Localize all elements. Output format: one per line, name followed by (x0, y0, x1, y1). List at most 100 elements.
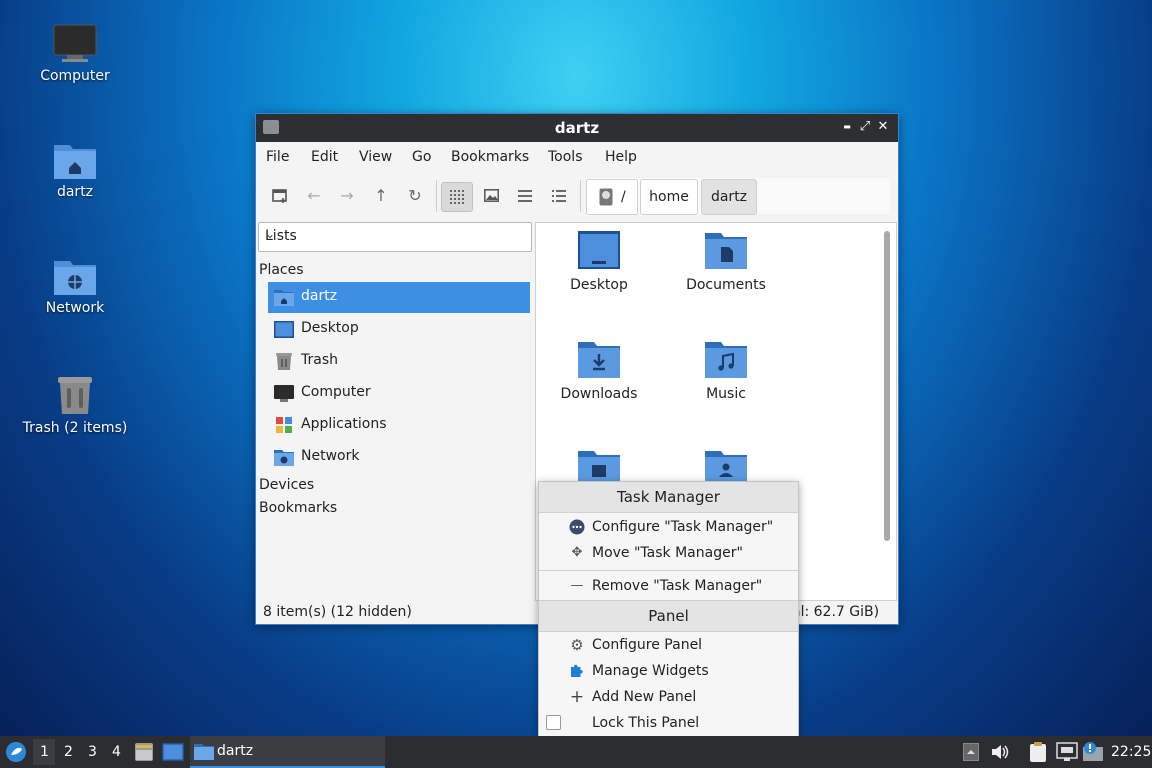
menu-bookmarks[interactable]: Bookmarks (451, 149, 529, 165)
file-item-label: Desktop (570, 277, 628, 293)
remove-task-manager-item[interactable]: — Remove "Task Manager" (539, 574, 798, 600)
lock-panel-checkbox[interactable] (546, 715, 561, 730)
desktop-icon-computer[interactable]: Computer (15, 24, 135, 84)
documents-folder-icon (705, 233, 747, 269)
list-compact-icon (518, 190, 532, 202)
toolbar-separator (580, 180, 581, 212)
menu-header-panel: Panel (539, 600, 798, 632)
arrow-left-icon: ← (307, 186, 321, 205)
grid-icon (450, 190, 464, 204)
list-detail-icon (552, 190, 566, 202)
scrollbar[interactable] (884, 231, 890, 541)
new-tab-button[interactable] (265, 182, 295, 210)
window-title: dartz (554, 119, 600, 137)
desktop-icon-home[interactable]: dartz (15, 142, 135, 200)
drive-icon (599, 188, 613, 206)
move-icon: ✥ (571, 545, 583, 560)
sidebar-item-desktop[interactable]: Desktop (268, 314, 530, 345)
maximize-button[interactable]: ⤢ (856, 118, 874, 136)
network-wired-icon (1056, 742, 1078, 761)
clock[interactable]: 22:25 (1111, 744, 1151, 760)
task-button-dartz[interactable]: dartz (190, 736, 385, 768)
sidebar-item-label: Applications (301, 416, 387, 432)
title-bar[interactable]: dartz ▬ ⤢ ✕ (256, 114, 898, 142)
workspace-2[interactable]: 2 (64, 744, 73, 760)
menu-file[interactable]: File (266, 149, 289, 165)
volume-button[interactable] (990, 743, 1010, 761)
image-icon (483, 189, 499, 202)
file-item-music[interactable]: Music (666, 340, 786, 402)
menu-tools[interactable]: Tools (548, 149, 583, 165)
bookmarks-label[interactable]: Bookmarks (259, 500, 337, 516)
show-desktop-launcher[interactable] (162, 743, 184, 761)
move-task-manager-item[interactable]: ✥ Move "Task Manager" (539, 541, 798, 567)
menu-go[interactable]: Go (412, 149, 431, 165)
compact-view-button[interactable] (510, 182, 540, 210)
back-button[interactable]: ← (299, 182, 329, 210)
file-item-label: Music (706, 386, 746, 402)
workspace-4[interactable]: 4 (112, 744, 121, 760)
detailed-view-button[interactable] (544, 182, 574, 210)
desktop-icon-label: Computer (40, 68, 110, 84)
devices-label[interactable]: Devices (259, 477, 314, 493)
icon-view-button[interactable] (441, 182, 473, 212)
notifications-tray-button[interactable] (1082, 741, 1104, 763)
desktop-icon-network[interactable]: Network (15, 258, 135, 316)
app-menu-button[interactable] (5, 741, 27, 763)
status-free-space: al: 62.7 GiB) (792, 604, 880, 620)
forward-button[interactable]: → (332, 182, 362, 210)
sidebar-item-network[interactable]: Network (268, 442, 530, 473)
applications-icon (276, 417, 292, 433)
workspace-3[interactable]: 3 (88, 744, 97, 760)
reload-button[interactable]: ↻ (400, 182, 430, 210)
menu-bar: File Edit View Go Bookmarks Tools Help (256, 142, 898, 172)
app-menu-icon (6, 742, 26, 762)
desktop-icon-label: dartz (56, 184, 94, 200)
home-folder-icon (274, 290, 294, 306)
menu-help[interactable]: Help (605, 149, 637, 165)
status-item-count: 8 item(s) (12 hidden) (263, 604, 412, 620)
add-new-panel-item[interactable]: + Add New Panel (539, 685, 798, 711)
file-item-label: Documents (686, 277, 766, 293)
network-tray-button[interactable] (1056, 742, 1078, 762)
toolbar-separator (436, 180, 437, 212)
menu-edit[interactable]: Edit (311, 149, 338, 165)
sidebar-item-label: Desktop (301, 320, 359, 336)
settings-dots-icon (569, 519, 585, 535)
file-item-downloads[interactable]: Downloads (539, 340, 659, 402)
file-manager-launcher[interactable] (134, 742, 154, 762)
configure-panel-item[interactable]: ⚙ Configure Panel (539, 633, 798, 659)
network-folder-icon (54, 261, 96, 295)
up-button[interactable]: ↑ (366, 182, 396, 210)
crumb-home[interactable]: home (640, 179, 698, 215)
sidebar-item-label: Network (301, 448, 360, 464)
configure-task-manager-item[interactable]: Configure "Task Manager" (539, 515, 798, 541)
sidebar-item-applications[interactable]: Applications (268, 410, 530, 441)
panel-context-menu: Task Manager Configure "Task Manager" ✥ … (538, 481, 799, 737)
desktop-icon-trash[interactable]: Trash (2 items) (15, 374, 135, 436)
close-button[interactable]: ✕ (874, 118, 892, 136)
places-label: Places (259, 262, 304, 278)
minimize-button[interactable]: ▬ (838, 118, 856, 136)
crumb-dartz[interactable]: dartz (701, 179, 757, 215)
music-folder-icon (705, 342, 747, 378)
gear-icon: ⚙ (570, 636, 584, 654)
workspace-1-label[interactable]: 1 (40, 744, 49, 760)
manage-widgets-item[interactable]: Manage Widgets (539, 659, 798, 685)
sidebar-item-trash[interactable]: Trash (268, 346, 530, 377)
menu-view[interactable]: View (359, 149, 392, 165)
sidebar-mode-select[interactable]: Lists ⌄ (258, 222, 532, 252)
folder-icon (194, 744, 214, 760)
file-item-desktop[interactable]: Desktop (539, 231, 659, 293)
tray-expand-button[interactable] (963, 743, 979, 761)
clipboard-button[interactable] (1028, 741, 1048, 763)
thumbnail-view-button[interactable] (476, 182, 506, 210)
crumb-root[interactable]: / (586, 179, 638, 215)
file-item-documents[interactable]: Documents (666, 231, 786, 293)
lock-panel-item[interactable]: Lock This Panel (539, 711, 798, 737)
arrow-up-icon: ↑ (374, 186, 388, 205)
sidebar-item-computer[interactable]: Computer (268, 378, 530, 409)
chevron-up-icon (963, 743, 979, 761)
sidebar-item-dartz[interactable]: dartz (268, 282, 530, 313)
downloads-folder-icon (578, 342, 620, 378)
